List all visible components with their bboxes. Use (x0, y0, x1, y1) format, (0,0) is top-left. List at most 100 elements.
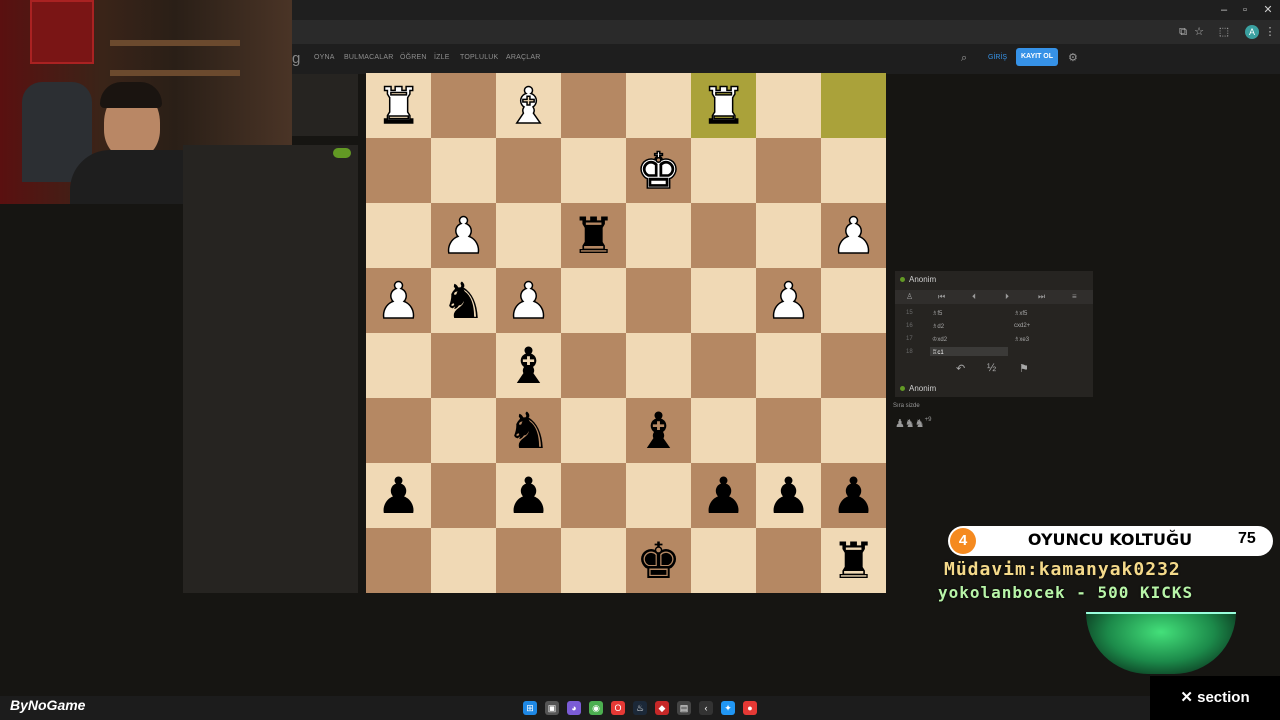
board-square[interactable]: ♞ (431, 268, 496, 333)
white-bishop-icon[interactable]: ♝ (505, 80, 551, 132)
menu-icon[interactable]: ≡ (1072, 292, 1077, 301)
board-square[interactable]: ♟ (431, 203, 496, 268)
board-square[interactable] (366, 333, 431, 398)
first-move-icon[interactable]: ⏮ (938, 292, 945, 302)
site-logo[interactable]: g (292, 50, 300, 67)
board-square[interactable] (431, 463, 496, 528)
black-bishop-icon[interactable]: ♝ (506, 341, 551, 391)
black-knight-icon[interactable]: ♞ (506, 406, 551, 456)
board-square[interactable] (691, 203, 756, 268)
app-icon[interactable]: ● (743, 701, 757, 715)
black-knight-icon[interactable]: ♞ (441, 276, 486, 326)
white-move[interactable]: ♗f5 (932, 310, 942, 317)
board-square[interactable]: ♟ (496, 463, 561, 528)
board-square[interactable] (431, 73, 496, 138)
maximize-icon[interactable]: ▫ (1237, 3, 1253, 17)
board-square[interactable]: ♟ (496, 268, 561, 333)
menu-dots-icon[interactable]: ⋮ (1263, 25, 1277, 39)
opera-icon[interactable]: O (611, 701, 625, 715)
chrome-icon[interactable]: ◉ (589, 701, 603, 715)
black-pawn-icon[interactable]: ♟ (701, 471, 746, 521)
board-square[interactable]: ♟ (366, 268, 431, 333)
white-rook-icon[interactable]: ♜ (700, 80, 746, 132)
black-move[interactable]: ♗xe3 (1014, 336, 1029, 343)
board-square[interactable] (626, 73, 691, 138)
login-link[interactable]: GİRİŞ (988, 54, 1007, 61)
white-pawn-icon[interactable]: ♟ (765, 275, 811, 327)
app-icon[interactable]: ✦ (721, 701, 735, 715)
board-square[interactable] (431, 528, 496, 593)
register-button[interactable]: KAYIT OL (1016, 48, 1058, 66)
resign-flag-icon[interactable]: ⚑ (1019, 362, 1029, 375)
board-square[interactable]: ♟ (366, 463, 431, 528)
black-pawn-icon[interactable]: ♟ (506, 471, 551, 521)
board-square[interactable]: ♚ (626, 528, 691, 593)
board-square[interactable] (496, 528, 561, 593)
prev-move-icon[interactable]: ⏴ (972, 292, 976, 302)
black-rook-icon[interactable]: ♜ (571, 211, 616, 261)
chat-toggle[interactable] (333, 148, 351, 158)
black-move[interactable]: ♗xf5 (1014, 310, 1027, 317)
board-square[interactable] (431, 333, 496, 398)
white-pawn-icon[interactable]: ♟ (505, 275, 551, 327)
nav-puzzles[interactable]: BULMACALAR (344, 54, 393, 61)
board-square[interactable] (496, 138, 561, 203)
black-pawn-icon[interactable]: ♟ (831, 471, 876, 521)
board-square[interactable]: ♟ (821, 203, 886, 268)
board-square[interactable] (821, 333, 886, 398)
board-square[interactable] (366, 138, 431, 203)
board-square[interactable]: ♝ (496, 333, 561, 398)
board-square[interactable] (691, 138, 756, 203)
profile-avatar[interactable]: A (1245, 25, 1259, 39)
board-square[interactable] (561, 463, 626, 528)
board-square[interactable] (756, 138, 821, 203)
chess-board[interactable]: ♜ ♝ ♜ ♚ ♟ ♜ ♟ ♟ ♞ ♟ ♟ ♝ ♞ ♝ ♟ ♟ ♟ ♟ ♟ ♚ ♜ (366, 73, 886, 593)
board-square[interactable] (691, 528, 756, 593)
board-square[interactable]: ♟ (691, 463, 756, 528)
white-move[interactable]: ♗d2 (932, 323, 944, 330)
nav-learn[interactable]: ÖĞREN (400, 54, 427, 61)
bookmark-star-icon[interactable]: ☆ (1192, 25, 1206, 39)
steam-icon[interactable]: ♨ (633, 701, 647, 715)
next-move-icon[interactable]: ⏵ (1005, 292, 1009, 302)
board-square[interactable] (561, 333, 626, 398)
white-king-icon[interactable]: ♚ (635, 145, 681, 197)
white-pawn-icon[interactable]: ♟ (375, 275, 421, 327)
board-square[interactable]: ♟ (756, 268, 821, 333)
board-square[interactable] (756, 398, 821, 463)
board-square[interactable] (756, 333, 821, 398)
taskview-icon[interactable]: ▣ (545, 701, 559, 715)
white-move[interactable]: ♔xd2 (932, 336, 947, 343)
board-square[interactable] (561, 398, 626, 463)
board-square[interactable] (561, 138, 626, 203)
board-square[interactable] (821, 73, 886, 138)
board-square[interactable]: ♜ (821, 528, 886, 593)
white-move[interactable]: ♖c1 (932, 349, 944, 356)
board-square[interactable] (756, 73, 821, 138)
white-rook-icon[interactable]: ♜ (375, 80, 421, 132)
nav-watch[interactable]: İZLE (434, 54, 450, 61)
board-square[interactable]: ♜ (691, 73, 756, 138)
black-rook-icon[interactable]: ♜ (831, 536, 876, 586)
board-square[interactable] (691, 268, 756, 333)
board-square[interactable]: ♜ (366, 73, 431, 138)
windows-start-icon[interactable]: ⊞ (523, 701, 537, 715)
board-square[interactable] (366, 398, 431, 463)
board-square[interactable]: ♝ (496, 73, 561, 138)
board-square[interactable]: ♟ (756, 463, 821, 528)
board-square[interactable] (821, 398, 886, 463)
black-king-icon[interactable]: ♚ (636, 536, 681, 586)
white-pawn-icon[interactable]: ♟ (440, 210, 486, 262)
board-square[interactable] (691, 398, 756, 463)
black-bishop-icon[interactable]: ♝ (636, 406, 681, 456)
white-pawn-icon[interactable]: ♟ (830, 210, 876, 262)
takeback-icon[interactable]: ↶ (956, 362, 965, 375)
board-square[interactable]: ♝ (626, 398, 691, 463)
board-square[interactable] (561, 268, 626, 333)
board-square[interactable] (756, 203, 821, 268)
board-square[interactable] (431, 398, 496, 463)
board-square[interactable] (626, 268, 691, 333)
board-square[interactable] (626, 203, 691, 268)
board-square[interactable] (756, 528, 821, 593)
board-square[interactable] (691, 333, 756, 398)
